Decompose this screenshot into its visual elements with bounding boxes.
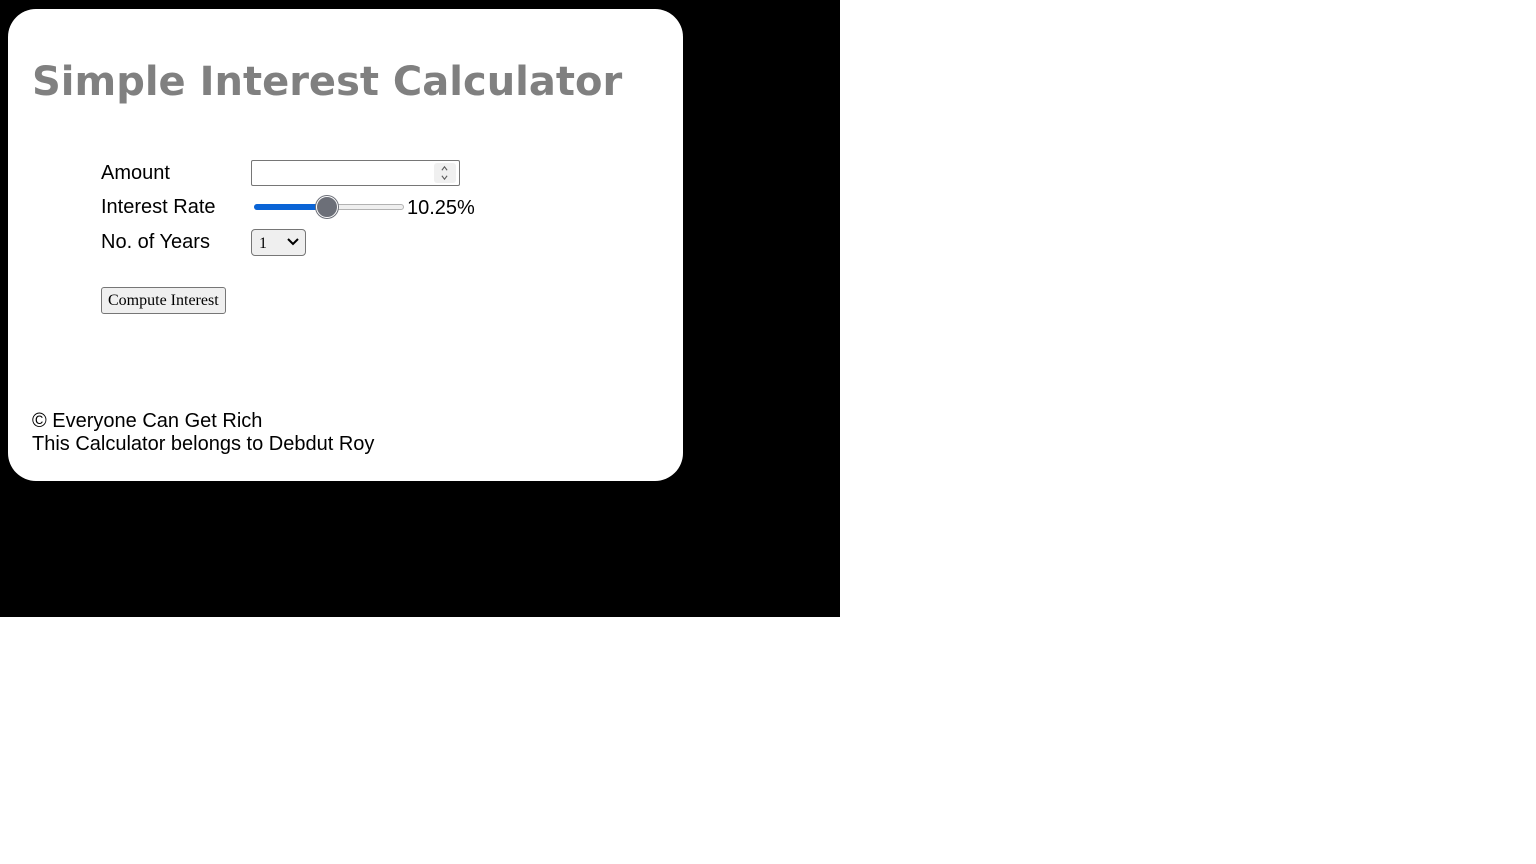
amount-spinner[interactable]: [434, 163, 456, 183]
amount-label: Amount: [101, 162, 170, 184]
interest-rate-slider[interactable]: [254, 196, 404, 220]
amount-input[interactable]: [251, 160, 460, 186]
years-label: No. of Years: [101, 231, 210, 253]
chevron-up-icon[interactable]: [441, 165, 448, 172]
page-background: Simple Interest Calculator Amount Intere…: [0, 0, 840, 617]
interest-rate-label: Interest Rate: [101, 196, 216, 218]
calculator-card: Simple Interest Calculator Amount Intere…: [8, 9, 683, 481]
compute-interest-button[interactable]: Compute Interest: [101, 287, 226, 314]
interest-rate-value: 10.25%: [407, 197, 475, 219]
years-selected-value: 1: [259, 235, 267, 252]
years-select[interactable]: 1: [251, 229, 306, 256]
owner-text: This Calculator belongs to Debdut Roy: [32, 433, 375, 455]
chevron-down-icon[interactable]: [441, 174, 448, 181]
chevron-down-icon: [287, 238, 299, 246]
copyright-text: © Everyone Can Get Rich: [32, 410, 263, 432]
page-title: Simple Interest Calculator: [32, 59, 623, 105]
slider-thumb[interactable]: [316, 196, 339, 218]
